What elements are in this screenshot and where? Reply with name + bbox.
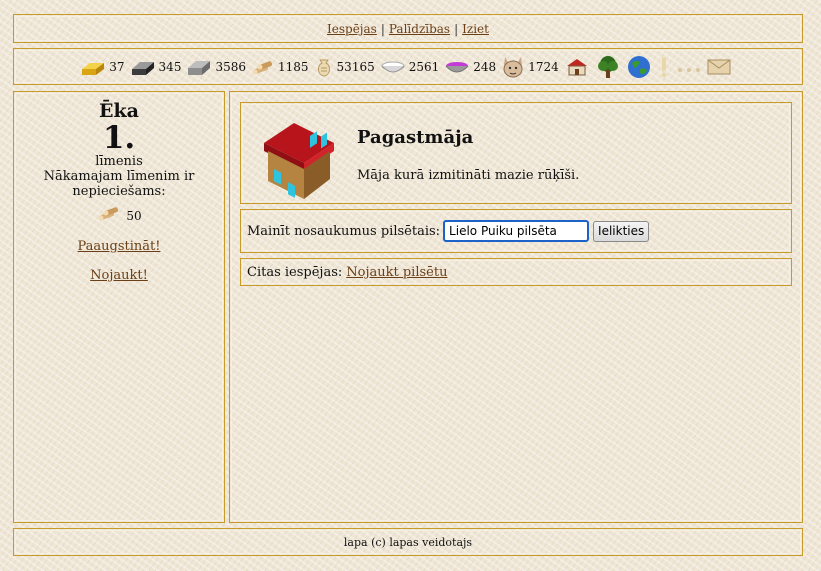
- resource-value: 345: [158, 59, 182, 74]
- resource-value: 37: [109, 59, 125, 74]
- grain-sack-icon: [317, 59, 330, 77]
- resource-gold: 37: [80, 57, 125, 77]
- nav-town-button[interactable]: [564, 57, 590, 77]
- building-title: Pagastmāja: [357, 127, 474, 148]
- resource-value: 53165: [336, 59, 375, 74]
- demolish-town-link[interactable]: Nojaukt pilsētu: [346, 265, 447, 280]
- building-info-box: Pagastmāja Māja kurā izmitināti mazie rū…: [240, 102, 792, 204]
- building-sidebar: Ēka 1. līmenis Nākamajam līmenim ir nepi…: [13, 91, 225, 523]
- nav-map-button[interactable]: [595, 54, 621, 80]
- wood-logs-icon: [98, 207, 119, 221]
- upgrade-link[interactable]: Paaugstināt!: [14, 239, 224, 254]
- resource-wood: 1185: [251, 57, 309, 77]
- requirement-row: 50: [14, 203, 224, 223]
- nav-separator: |: [454, 21, 459, 36]
- building-level: 1.: [102, 120, 136, 156]
- options-label: Citas iespējas:: [247, 264, 343, 280]
- berries-bowl-icon: [445, 61, 469, 72]
- house-icon: [566, 58, 587, 75]
- rename-label: Mainīt nosaukumus pilsētais:: [247, 223, 441, 239]
- requirement-value: 50: [126, 209, 142, 223]
- nav-more-button[interactable]: [676, 60, 702, 74]
- resource-salt: 2561: [380, 58, 440, 76]
- building-name: Ēka: [99, 100, 139, 122]
- stone-block-icon: [188, 60, 211, 75]
- resource-berries: 248: [444, 58, 496, 76]
- envelope-icon: [707, 59, 731, 74]
- wood-logs-icon: [252, 60, 273, 74]
- options-link[interactable]: Iespējas: [327, 22, 377, 36]
- nav-messages-button[interactable]: [707, 58, 731, 76]
- resource-value: 248: [473, 59, 497, 74]
- globe-icon: [627, 55, 650, 78]
- town-hall-icon: [264, 123, 334, 199]
- rename-town-box: Mainīt nosaukumus pilsētais: Ielikties: [240, 209, 792, 253]
- nav-separator: |: [380, 21, 385, 36]
- help-link[interactable]: Palīdzības: [389, 22, 450, 36]
- resource-value: 3586: [215, 59, 246, 74]
- footer-text: lapa (c) lapas veidotajs: [343, 535, 473, 549]
- resource-value: 2561: [408, 59, 440, 74]
- resource-population: 1724: [501, 55, 559, 79]
- tree-icon: [597, 55, 618, 78]
- resource-grain: 53165: [314, 56, 375, 78]
- requirement-text: Nākamajam līmenim ir nepieciešams:: [43, 169, 195, 199]
- resource-stone: 3586: [186, 57, 246, 77]
- footer: lapa (c) lapas veidotajs: [13, 528, 803, 556]
- level-label: līmenis: [95, 154, 143, 169]
- main-panel: Pagastmāja Māja kurā izmitināti mazie rū…: [229, 91, 803, 523]
- exit-link[interactable]: Iziet: [462, 22, 489, 36]
- resource-value: 1185: [278, 59, 309, 74]
- resource-value: 1724: [528, 59, 559, 74]
- top-nav: Iespējas | Palīdzības | Iziet: [13, 14, 803, 43]
- dots-icon: [677, 67, 700, 72]
- demolish-link[interactable]: Nojaukt!: [14, 268, 224, 283]
- exclamation-icon: [661, 56, 666, 77]
- gold-bar-icon: [82, 62, 105, 75]
- nav-alerts-button[interactable]: [657, 55, 671, 79]
- resource-iron: 345: [130, 57, 182, 77]
- iron-bar-icon: [131, 61, 154, 75]
- resource-bar: 37 345 3586 1185 53165 2561 248 1724: [13, 48, 803, 85]
- population-face-icon: [503, 56, 523, 77]
- other-options-box: Citas iespējas: Nojaukt pilsētu: [240, 258, 792, 286]
- salt-bowl-icon: [381, 61, 405, 72]
- nav-world-button[interactable]: [626, 54, 652, 80]
- submit-button[interactable]: Ielikties: [593, 220, 650, 242]
- town-name-input[interactable]: [443, 220, 590, 242]
- building-description: Māja kurā izmitināti mazie rūķīši.: [357, 168, 580, 183]
